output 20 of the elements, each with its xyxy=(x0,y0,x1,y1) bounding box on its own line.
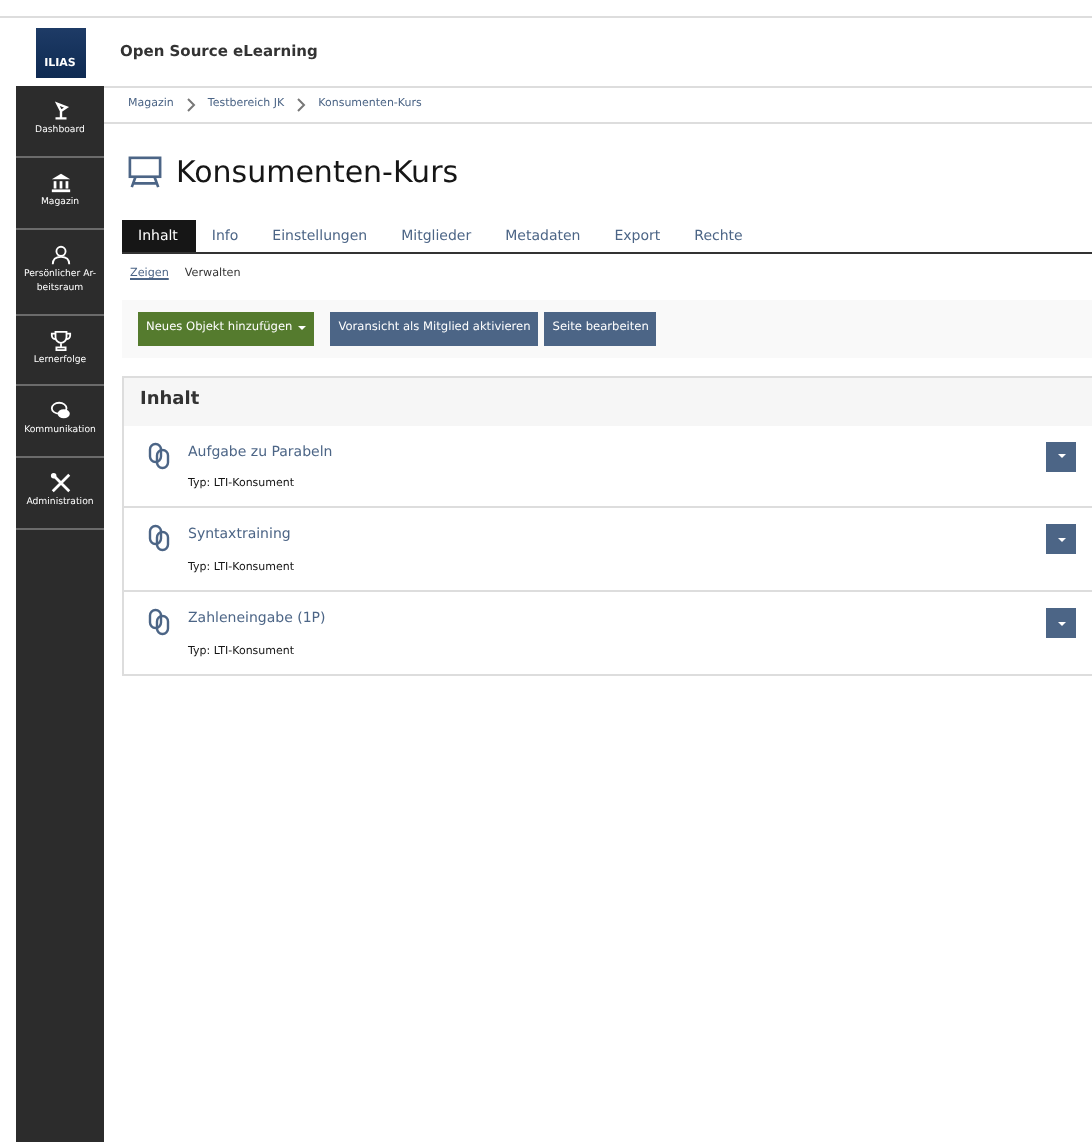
trophy-icon xyxy=(49,329,71,352)
caret-icon xyxy=(1057,537,1065,542)
caret-icon xyxy=(1057,454,1065,459)
chevron-icon xyxy=(296,98,307,112)
chat-bubbles-icon xyxy=(49,400,71,423)
link-chain-icon xyxy=(148,608,170,637)
chevron-icon xyxy=(185,98,196,112)
person-icon xyxy=(49,243,71,266)
link-chain-icon xyxy=(148,524,170,553)
caret-icon xyxy=(1057,621,1065,626)
actions-dropdown-button[interactable] xyxy=(1046,441,1076,472)
bank-icon xyxy=(49,171,71,194)
tools-icon xyxy=(49,472,71,495)
page-title: Konsumenten-Kurs xyxy=(176,152,459,194)
link-chain-icon xyxy=(148,441,170,470)
actions-dropdown-button[interactable] xyxy=(1046,524,1076,555)
caret-icon xyxy=(298,325,307,330)
presentation-board-icon xyxy=(128,154,162,191)
panel-title: Inhalt xyxy=(124,378,1092,426)
actions-dropdown-button[interactable] xyxy=(1046,608,1076,639)
